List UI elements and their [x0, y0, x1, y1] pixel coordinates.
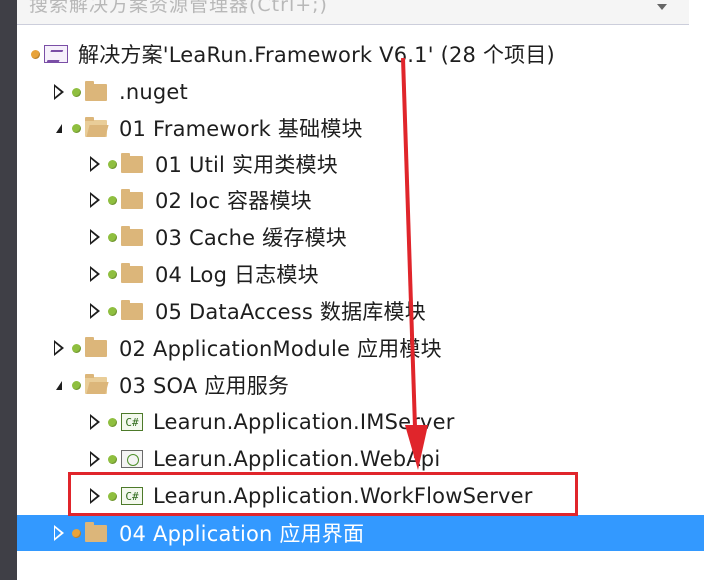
status-dot-icon: [108, 195, 117, 205]
status-dot-icon: [108, 491, 117, 501]
folder-icon: [85, 336, 107, 357]
expand-arrow-icon[interactable]: [88, 266, 102, 282]
tree-item-label: 04 Application 应用界面: [119, 522, 365, 546]
status-dot-icon: [108, 306, 117, 316]
expand-arrow-icon[interactable]: [88, 192, 102, 208]
folder-open-icon: [85, 116, 107, 137]
tree-item[interactable]: 04 Log 日志模块: [17, 256, 704, 292]
tree-item-label: 01 Framework 基础模块: [119, 117, 363, 141]
tree-item-label: Learun.Application.WebApi: [153, 447, 441, 471]
tree-item-label: 02 Ioc 容器模块: [155, 189, 312, 213]
tree-item[interactable]: Learun.Application.WebApi: [17, 441, 704, 477]
tree-item-label: Learun.Application.IMServer: [153, 410, 455, 434]
tree-item[interactable]: .nuget: [17, 74, 704, 110]
status-dot-icon: [72, 380, 81, 390]
tree-item[interactable]: 01 Util 实用类模块: [17, 146, 704, 182]
tree-item-label: 03 Cache 缓存模块: [155, 226, 347, 250]
tree-item-label: 04 Log 日志模块: [155, 263, 319, 287]
folder-icon: [121, 188, 143, 209]
folder-icon: [85, 80, 107, 101]
search-box[interactable]: 搜索解决方案资源管理器(Ctrl+;): [17, 0, 689, 25]
tree-item-label: 解决方案'LeaRun.Framework V6.1' (28 个项目): [78, 43, 555, 67]
status-dot-icon: [108, 454, 117, 464]
folder-icon: [85, 521, 107, 542]
tree-item[interactable]: 解决方案'LeaRun.Framework V6.1' (28 个项目): [17, 36, 704, 72]
tree-item-label: 01 Util 实用类模块: [155, 153, 338, 177]
folder-icon: [121, 152, 143, 173]
web-project-icon: [121, 450, 143, 468]
expand-arrow-icon[interactable]: [88, 229, 102, 245]
tree-item[interactable]: 01 Framework 基础模块: [17, 110, 704, 146]
folder-icon: [121, 262, 143, 283]
tree-item-label: 02 ApplicationModule 应用模块: [119, 337, 442, 361]
status-dot-icon: [72, 343, 81, 353]
expand-arrow-icon[interactable]: [52, 340, 66, 356]
search-dropdown-icon[interactable]: [657, 4, 667, 10]
search-placeholder: 搜索解决方案资源管理器(Ctrl+;): [29, 0, 328, 16]
tree-item[interactable]: 03 SOA 应用服务: [17, 367, 704, 403]
csharp-project-icon: C#: [121, 487, 143, 505]
expand-arrow-icon[interactable]: [52, 525, 66, 541]
expand-arrow-icon[interactable]: [88, 414, 102, 430]
expand-arrow-icon[interactable]: [52, 84, 66, 100]
tree-item[interactable]: 05 DataAccess 数据库模块: [17, 293, 704, 329]
tree-item[interactable]: C# Learun.Application.WorkFlowServer: [17, 478, 704, 514]
folder-icon: [121, 225, 143, 246]
tree-item[interactable]: C# Learun.Application.IMServer: [17, 404, 704, 440]
expand-arrow-icon[interactable]: [88, 303, 102, 319]
status-dot-icon: [108, 269, 117, 279]
tree-item[interactable]: 02 ApplicationModule 应用模块: [17, 330, 704, 366]
folder-open-icon: [85, 373, 107, 394]
tree-item-label: .nuget: [119, 80, 188, 104]
tree-item[interactable]: 04 Application 应用界面: [17, 515, 704, 551]
status-dot-icon: [108, 417, 117, 427]
tree-item[interactable]: 02 Ioc 容器模块: [17, 182, 704, 218]
tree-item-label: 03 SOA 应用服务: [119, 374, 290, 398]
collapse-arrow-icon[interactable]: [52, 121, 66, 135]
status-dot-icon: [72, 123, 81, 133]
expand-arrow-icon[interactable]: [88, 156, 102, 172]
status-dot-icon: [108, 159, 117, 169]
collapse-arrow-icon[interactable]: [52, 378, 66, 392]
window-left-border: [0, 0, 17, 580]
status-dot-icon: [31, 49, 40, 59]
status-dot-icon: [72, 528, 81, 538]
expand-arrow-icon[interactable]: [88, 451, 102, 467]
solution-icon: [44, 45, 68, 63]
folder-icon: [121, 299, 143, 320]
expand-arrow-icon[interactable]: [88, 488, 102, 504]
status-dot-icon: [72, 87, 81, 97]
status-dot-icon: [108, 232, 117, 242]
tree-item-label: 05 DataAccess 数据库模块: [155, 300, 426, 324]
csharp-project-icon: C#: [121, 413, 143, 431]
tree-item-label: Learun.Application.WorkFlowServer: [153, 484, 533, 508]
tree-item[interactable]: 03 Cache 缓存模块: [17, 219, 704, 255]
